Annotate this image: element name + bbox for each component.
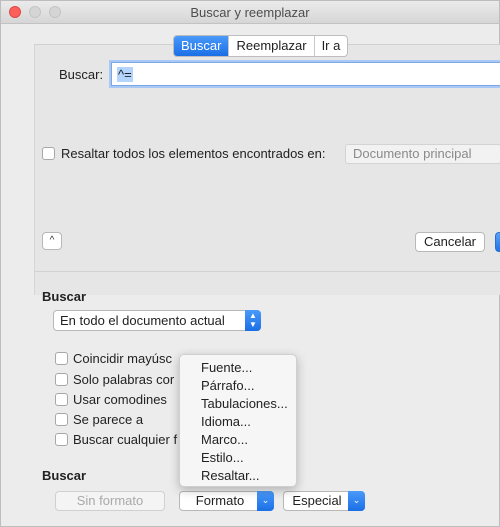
dialog-content: Buscar Reemplazar Ir a Buscar: ^= Resalt… xyxy=(1,24,500,526)
menu-item-style[interactable]: Estilo... xyxy=(180,449,296,467)
find-label: Buscar: xyxy=(59,67,104,82)
option-label-sounds-like: Se parece a xyxy=(73,412,144,427)
find-replace-window: Buscar y reemplazar Buscar Reemplazar Ir… xyxy=(0,0,500,527)
option-checkbox-wildcards[interactable] xyxy=(55,393,68,406)
format-menu-button[interactable]: Formato ⌄ xyxy=(179,491,274,511)
option-checkbox-whole-words[interactable] xyxy=(55,373,68,386)
section-divider xyxy=(34,271,500,272)
option-label-wildcards: Usar comodines xyxy=(73,392,167,407)
option-checkbox-match-case[interactable] xyxy=(55,352,68,365)
option-checkbox-all-forms[interactable] xyxy=(55,433,68,446)
tab-reemplazar[interactable]: Reemplazar xyxy=(228,36,313,56)
search-scope-value: En todo el documento actual xyxy=(60,313,225,328)
no-format-button[interactable]: Sin formato xyxy=(55,491,165,511)
option-label-match-case: Coincidir mayúsc xyxy=(73,351,172,366)
highlight-scope-dropdown[interactable]: Documento principal xyxy=(345,144,500,164)
chevron-up-icon: ^ xyxy=(49,235,55,246)
menu-item-language[interactable]: Idioma... xyxy=(180,413,296,431)
menu-item-frame[interactable]: Marco... xyxy=(180,431,296,449)
format-dropdown-menu: Fuente... Párrafo... Tabulaciones... Idi… xyxy=(179,354,297,487)
title-bar: Buscar y reemplazar xyxy=(1,1,499,24)
highlight-checkbox[interactable] xyxy=(42,147,55,160)
collapse-button[interactable]: ^ xyxy=(42,232,62,250)
tab-bar: Buscar Reemplazar Ir a xyxy=(173,35,349,57)
cancel-button[interactable]: Cancelar xyxy=(415,232,485,252)
chevron-down-icon: ⌄ xyxy=(348,491,365,511)
format-button-label: Formato xyxy=(195,493,245,508)
menu-item-tabs[interactable]: Tabulaciones... xyxy=(180,395,296,413)
find-next-button[interactable] xyxy=(495,232,500,252)
option-label-all-forms: Buscar cualquier f xyxy=(73,432,178,447)
option-label-whole-words: Solo palabras cor xyxy=(73,372,175,387)
special-menu-button[interactable]: Especial ⌄ xyxy=(283,491,365,511)
updown-arrows-icon: ▲ ▼ xyxy=(245,310,261,331)
menu-item-highlight[interactable]: Resaltar... xyxy=(180,467,296,485)
option-checkbox-sounds-like[interactable] xyxy=(55,413,68,426)
search-section-title: Buscar xyxy=(42,289,87,304)
special-button-label: Especial xyxy=(292,493,342,508)
chevron-down-icon: ⌄ xyxy=(257,491,274,511)
find-input-value: ^= xyxy=(117,67,133,82)
find-input[interactable]: ^= xyxy=(111,62,500,86)
menu-item-paragraph[interactable]: Párrafo... xyxy=(180,377,296,395)
format-section-title: Buscar xyxy=(42,468,87,483)
search-scope-select[interactable]: En todo el documento actual ▲ ▼ xyxy=(53,310,261,331)
window-title: Buscar y reemplazar xyxy=(190,5,310,20)
highlight-label: Resaltar todos los elementos encontrados… xyxy=(61,146,326,161)
tab-ir-a[interactable]: Ir a xyxy=(313,36,348,56)
menu-item-font[interactable]: Fuente... xyxy=(180,359,296,377)
tab-buscar[interactable]: Buscar xyxy=(174,36,229,56)
